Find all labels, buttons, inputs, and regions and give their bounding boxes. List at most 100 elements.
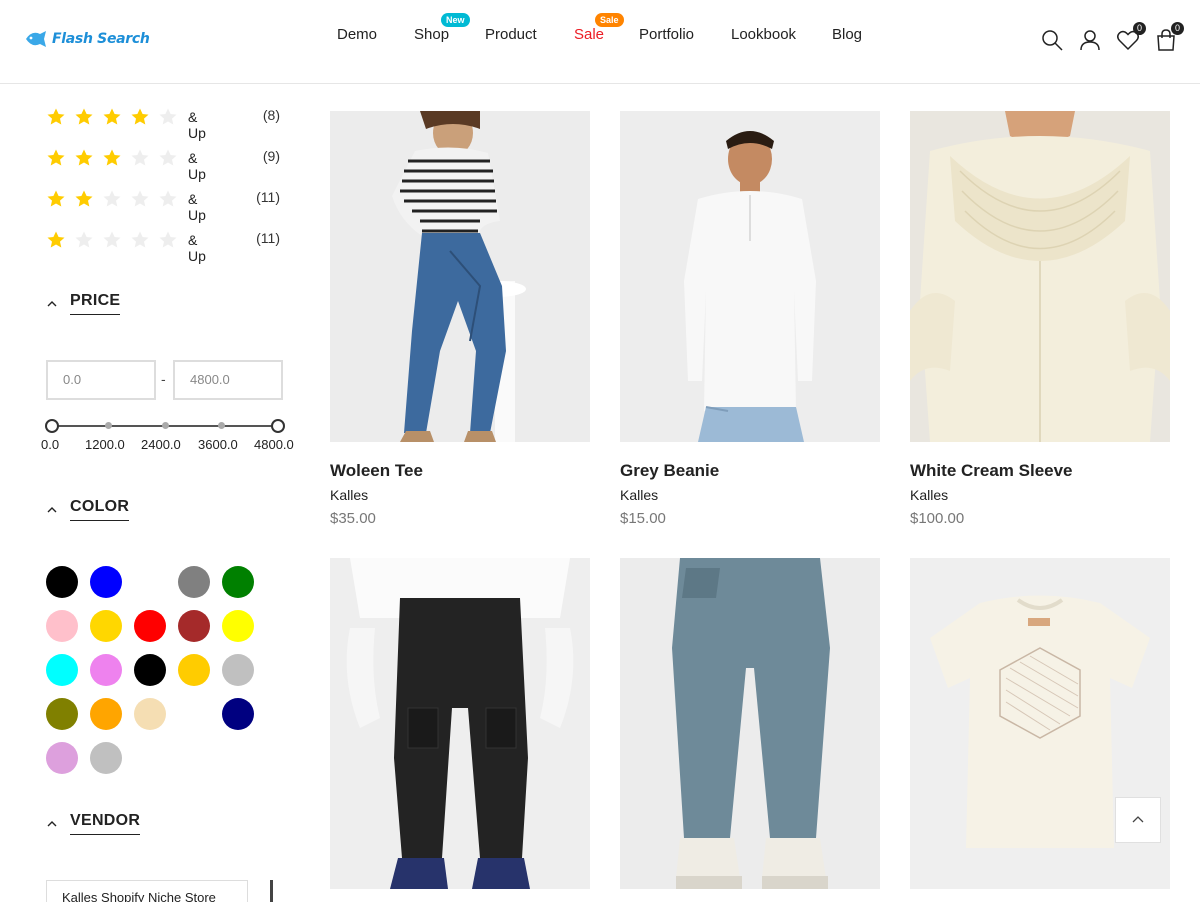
wishlist-button[interactable]: 0 bbox=[1116, 22, 1146, 52]
new-badge: New bbox=[441, 13, 470, 27]
product-price: $35.00 bbox=[330, 510, 376, 527]
vendor-list-scrollbar[interactable] bbox=[270, 880, 273, 902]
nav-product[interactable]: Product bbox=[485, 26, 537, 43]
product-vendor[interactable]: Kalles bbox=[620, 487, 880, 503]
nav-demo[interactable]: Demo bbox=[337, 26, 377, 43]
color-swatch[interactable] bbox=[134, 566, 166, 598]
price-filter-title: PRICE bbox=[70, 292, 121, 315]
search-button[interactable] bbox=[1040, 28, 1064, 52]
rating-count: (11) bbox=[256, 189, 280, 205]
price-filter-toggle[interactable]: PRICE bbox=[46, 292, 121, 315]
star-empty-icon bbox=[103, 190, 121, 207]
star-empty-icon bbox=[103, 231, 121, 248]
product-image[interactable] bbox=[330, 558, 590, 889]
vendor-filter-toggle[interactable]: VENDOR bbox=[46, 812, 141, 835]
product-image[interactable] bbox=[620, 558, 880, 889]
star-rating-icons bbox=[46, 230, 186, 250]
nav-lookbook[interactable]: Lookbook bbox=[731, 26, 796, 43]
product-price: $15.00 bbox=[620, 510, 666, 527]
star-filled-icon bbox=[47, 190, 65, 207]
cart-button[interactable]: 0 bbox=[1154, 22, 1184, 52]
account-button[interactable] bbox=[1078, 28, 1102, 52]
nav-sale[interactable]: Sale bbox=[574, 26, 604, 43]
nav-portfolio[interactable]: Portfolio bbox=[639, 26, 694, 43]
star-empty-icon bbox=[75, 231, 93, 248]
color-swatch[interactable] bbox=[90, 654, 122, 686]
slider-scale-label: 4800.0 bbox=[254, 437, 294, 452]
color-swatch[interactable] bbox=[46, 654, 78, 686]
color-swatch[interactable] bbox=[46, 698, 78, 730]
product-card[interactable]: White Cream Sleeve Kalles $100.00 bbox=[910, 111, 1170, 527]
star-filled-icon bbox=[103, 108, 121, 125]
filter-sidebar: & Up (8) & Up (9) & Up (11) & Up (11) PR… bbox=[0, 0, 300, 902]
product-vendor[interactable]: Kalles bbox=[910, 487, 1170, 503]
price-separator: - bbox=[161, 371, 166, 387]
star-empty-icon bbox=[159, 108, 177, 125]
nav-blog[interactable]: Blog bbox=[832, 26, 862, 43]
site-logo[interactable]: Flash Search bbox=[24, 28, 150, 50]
max-price-input[interactable]: 4800.0 bbox=[173, 360, 283, 400]
color-swatch[interactable] bbox=[178, 698, 210, 730]
color-swatch[interactable] bbox=[46, 610, 78, 642]
product-image[interactable] bbox=[910, 111, 1170, 442]
product-card[interactable] bbox=[330, 558, 590, 902]
color-swatch[interactable] bbox=[178, 654, 210, 686]
rating-count: (8) bbox=[262, 107, 280, 123]
color-swatch[interactable] bbox=[134, 698, 166, 730]
product-card[interactable]: Grey Beanie Kalles $15.00 bbox=[620, 111, 880, 527]
nav-shop[interactable]: Shop bbox=[414, 26, 449, 43]
color-swatch[interactable] bbox=[222, 654, 254, 686]
color-swatch[interactable] bbox=[46, 742, 78, 774]
sale-badge: Sale bbox=[595, 13, 624, 27]
color-swatch[interactable] bbox=[178, 610, 210, 642]
slider-tick bbox=[218, 422, 225, 429]
rating-filter-2[interactable]: & Up (11) bbox=[46, 188, 280, 223]
product-image[interactable] bbox=[330, 111, 590, 442]
color-swatch[interactable] bbox=[222, 610, 254, 642]
rating-filter-4[interactable]: & Up (8) bbox=[46, 106, 280, 141]
color-swatch[interactable] bbox=[178, 566, 210, 598]
product-title[interactable]: White Cream Sleeve bbox=[910, 461, 1170, 481]
color-swatch[interactable] bbox=[222, 566, 254, 598]
back-to-top-button[interactable] bbox=[1115, 797, 1161, 843]
grey-chinos-image bbox=[620, 558, 880, 889]
color-swatch[interactable] bbox=[90, 698, 122, 730]
price-slider-max-handle[interactable] bbox=[271, 419, 285, 433]
color-swatch[interactable] bbox=[90, 566, 122, 598]
color-swatch[interactable] bbox=[90, 610, 122, 642]
wishlist-count: 0 bbox=[1133, 22, 1146, 35]
star-filled-icon bbox=[75, 149, 93, 166]
star-filled-icon bbox=[103, 149, 121, 166]
slider-scale-label: 1200.0 bbox=[85, 437, 125, 452]
star-filled-icon bbox=[131, 108, 149, 125]
rating-filter-3[interactable]: & Up (9) bbox=[46, 147, 280, 182]
slider-scale-label: 3600.0 bbox=[198, 437, 238, 452]
product-title[interactable]: Woleen Tee bbox=[330, 461, 590, 481]
white-henley-jeans-image bbox=[620, 111, 880, 442]
price-slider-min-handle[interactable] bbox=[45, 419, 59, 433]
fish-logo-icon bbox=[26, 31, 46, 47]
chevron-up-icon bbox=[47, 506, 57, 512]
color-swatch[interactable] bbox=[134, 610, 166, 642]
product-image[interactable] bbox=[620, 111, 880, 442]
product-vendor[interactable]: Kalles bbox=[330, 487, 590, 503]
rating-filter-1[interactable]: & Up (11) bbox=[46, 229, 280, 264]
product-card[interactable] bbox=[620, 558, 880, 902]
vendor-option[interactable]: Kalles Shopify Niche Store bbox=[46, 880, 248, 902]
min-price-input[interactable]: 0.0 bbox=[46, 360, 156, 400]
color-filter-toggle[interactable]: COLOR bbox=[46, 498, 130, 521]
star-filled-icon bbox=[75, 108, 93, 125]
color-swatch[interactable] bbox=[134, 654, 166, 686]
vendor-filter-title: VENDOR bbox=[70, 812, 141, 835]
slider-scale-label: 0.0 bbox=[41, 437, 60, 452]
star-filled-icon bbox=[47, 108, 65, 125]
product-card[interactable] bbox=[910, 558, 1170, 902]
product-title[interactable]: Grey Beanie bbox=[620, 461, 880, 481]
color-swatch[interactable] bbox=[222, 698, 254, 730]
star-rating-icons bbox=[46, 107, 186, 127]
star-rating-icons bbox=[46, 189, 186, 209]
color-swatch[interactable] bbox=[90, 742, 122, 774]
product-card[interactable]: Woleen Tee Kalles $35.00 bbox=[330, 111, 590, 527]
star-empty-icon bbox=[159, 149, 177, 166]
color-swatch[interactable] bbox=[46, 566, 78, 598]
